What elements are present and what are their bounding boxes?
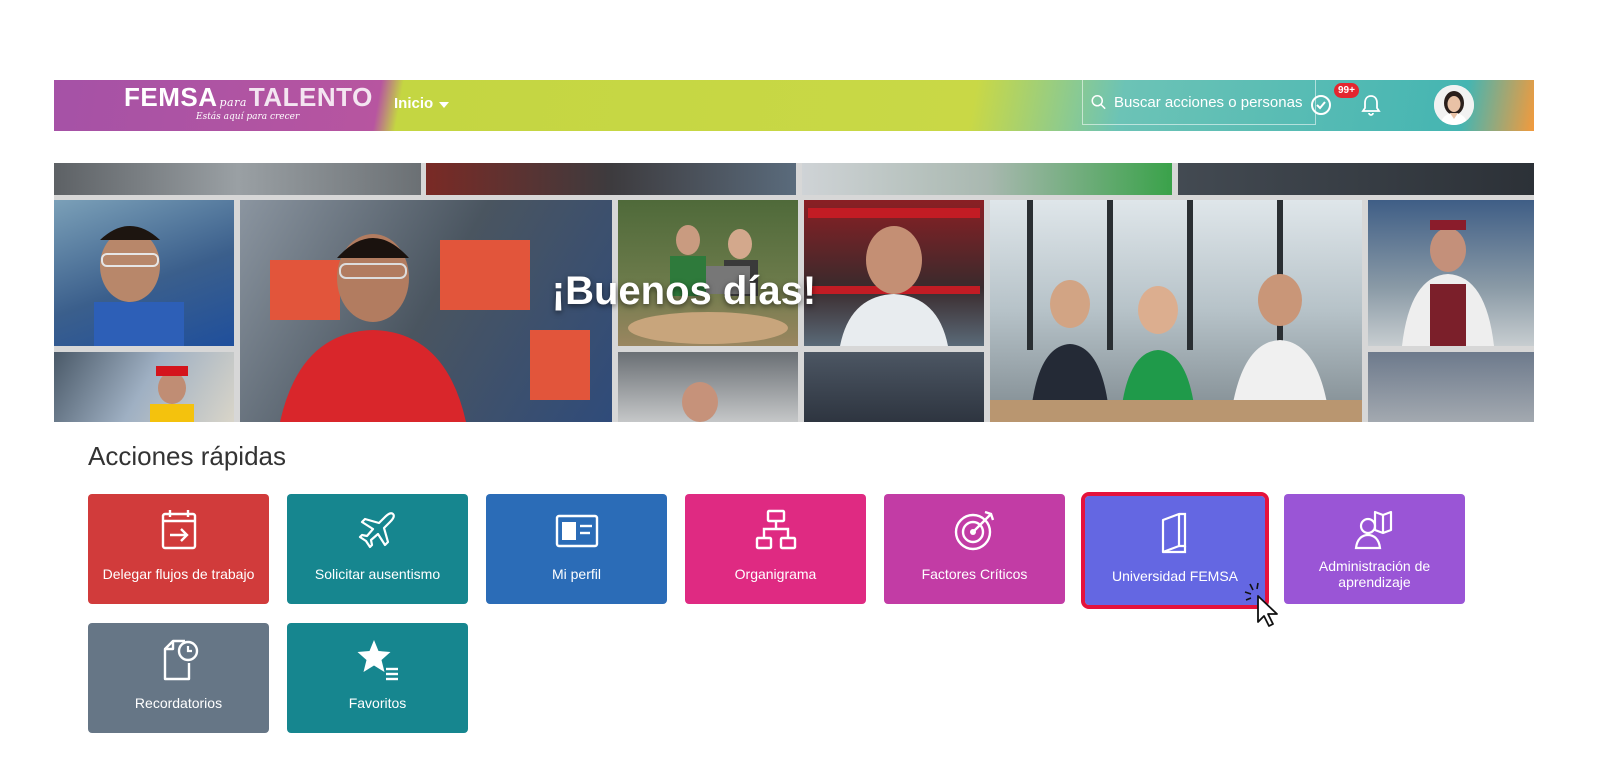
tile-label: Universidad FEMSA [1111, 568, 1239, 584]
tile-label: Delegar flujos de trabajo [102, 566, 255, 582]
welcome-banner: ¡Buenos días! [54, 163, 1534, 422]
tile-favoritos[interactable]: Favoritos [287, 623, 468, 733]
tile-organigrama[interactable]: Organigrama [685, 494, 866, 604]
tile-label: Mi perfil [551, 566, 601, 582]
banner-photo [1178, 163, 1534, 195]
nav-inicio-label: Inicio [394, 95, 434, 112]
search-icon [1091, 95, 1106, 110]
tile-label: Organigrama [734, 566, 817, 582]
logo-subtitle: Estás aquí para crecer [196, 112, 300, 122]
tile-recordatorios[interactable]: Recordatorios [88, 623, 269, 733]
tile-label: Factores Críticos [921, 566, 1028, 582]
banner-photo [804, 352, 984, 422]
tile-label: Recordatorios [134, 695, 223, 711]
banner-photo-dhl [54, 352, 234, 422]
user-photo-icon [1434, 85, 1474, 125]
quick-actions-title: Acciones rápidas [88, 441, 286, 471]
bell-icon[interactable] [1358, 92, 1384, 118]
search-input[interactable] [1112, 92, 1315, 112]
search-box[interactable] [1082, 80, 1316, 125]
banner-photo [1368, 352, 1534, 422]
book-icon [1161, 512, 1187, 554]
id-card-icon [555, 514, 598, 548]
tile-label: Administración de aprendizaje [1318, 558, 1431, 590]
logo-wordmark: FEMSA paraTALENTO [124, 82, 373, 112]
chevron-down-icon [439, 101, 450, 108]
calendar-arrow-icon [161, 510, 196, 550]
activity-icon[interactable] [1308, 92, 1334, 118]
nav-inicio-menu[interactable]: Inicio [394, 95, 450, 112]
banner-photo [802, 163, 1172, 195]
user-avatar[interactable] [1434, 85, 1474, 125]
banner-photo [618, 352, 798, 422]
tile-label: Solicitar ausentismo [314, 566, 441, 582]
banner-photo [426, 163, 796, 195]
tile-mi-perfil[interactable]: Mi perfil [486, 494, 667, 604]
target-icon [954, 510, 994, 551]
mouse-pointer-icon [1244, 582, 1278, 627]
femsa-talento-logo[interactable]: FEMSA paraTALENTO Estás aquí para crecer [124, 82, 384, 128]
document-clock-icon [163, 639, 198, 681]
banner-photo [54, 163, 421, 195]
top-header: FEMSA paraTALENTO Estás aquí para crecer … [54, 80, 1534, 131]
tile-universidad-femsa[interactable]: Universidad FEMSA [1081, 492, 1269, 609]
tile-administracion-aprendizaje[interactable]: Administración de aprendizaje [1284, 494, 1465, 604]
notifications-badge: 99+ [1334, 83, 1359, 98]
tile-label: Favoritos [348, 695, 407, 711]
star-list-icon [357, 640, 398, 681]
person-book-icon [1354, 510, 1392, 550]
org-chart-icon [755, 509, 796, 550]
tile-delegar-flujos[interactable]: Delegar flujos de trabajo [88, 494, 269, 604]
greeting-text: ¡Buenos días! [551, 269, 817, 313]
tile-factores-criticos[interactable]: Factores Críticos [884, 494, 1065, 604]
tile-solicitar-ausentismo[interactable]: Solicitar ausentismo [287, 494, 468, 604]
airplane-icon [358, 512, 395, 549]
